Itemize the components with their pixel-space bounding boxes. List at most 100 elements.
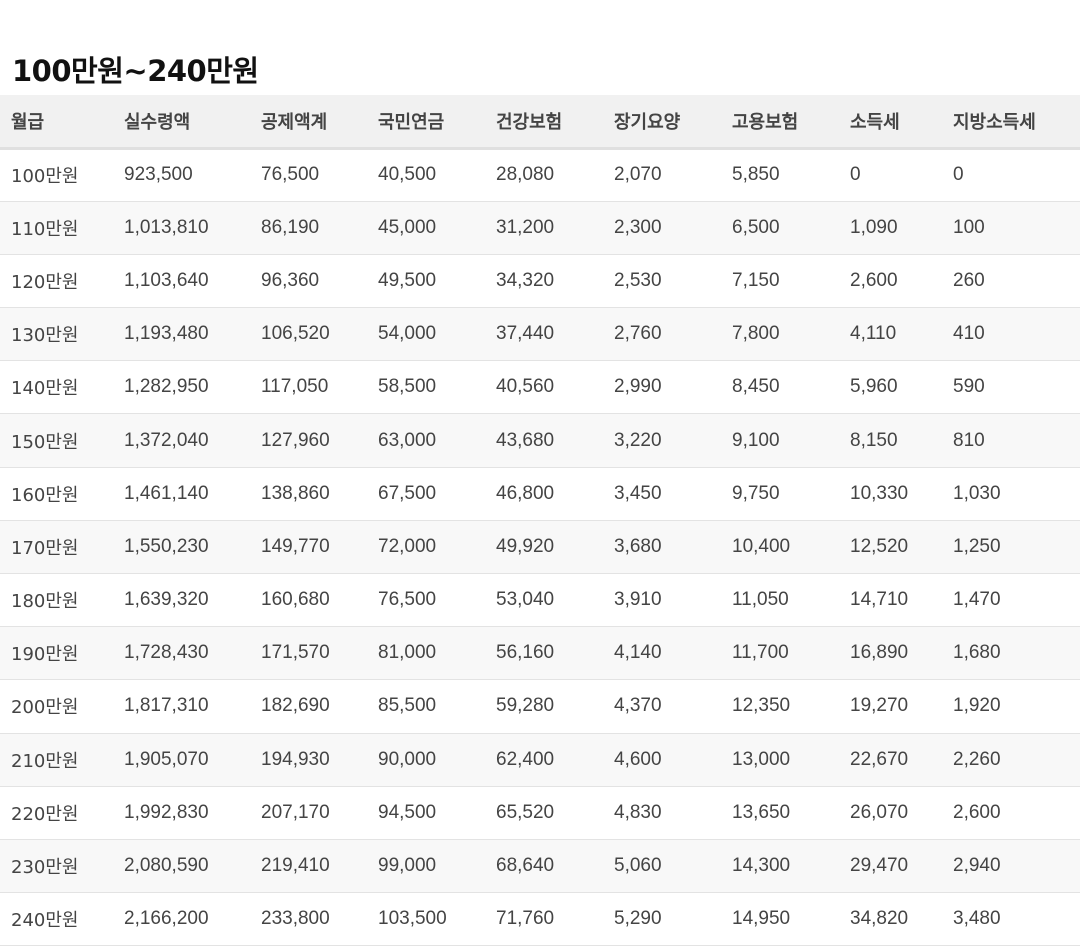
cell-long-term-care: 3,910 (614, 589, 662, 611)
table-row: 120만원 1,103,640 96,360 49,500 34,320 2,530 7,1… (0, 254, 1080, 308)
cell-employment-insurance: 14,300 (732, 855, 791, 877)
cell-monthly-salary: 220만원 (11, 803, 79, 825)
table-row: 130만원 1,193,480 106,520 54,000 37,440 2,760 7,… (0, 307, 1080, 361)
cell-health-insurance: 56,160 (496, 642, 555, 664)
cell-monthly-salary: 170만원 (11, 537, 79, 559)
cell-net-pay: 1,282,950 (124, 376, 209, 398)
cell-local-income-tax: 410 (953, 323, 985, 345)
cell-long-term-care: 2,990 (614, 376, 662, 398)
cell-net-pay: 1,905,070 (124, 748, 209, 770)
cell-total-deduction: 149,770 (261, 535, 330, 557)
cell-total-deduction: 86,190 (261, 216, 320, 238)
cell-monthly-salary: 140만원 (11, 378, 79, 400)
cell-national-pension: 103,500 (378, 908, 447, 930)
table-header: 월급 실수령액 공제액계 국민연금 건강보험 장기요양 고용보험 소득세 지방소… (0, 95, 1080, 148)
cell-monthly-salary: 100만원 (11, 166, 79, 188)
cell-local-income-tax: 1,680 (953, 642, 1001, 664)
header-national-pension: 국민연금 (378, 111, 445, 133)
cell-long-term-care: 4,140 (614, 642, 662, 664)
cell-monthly-salary: 130만원 (11, 325, 79, 347)
cell-income-tax: 10,330 (850, 482, 909, 504)
cell-long-term-care: 3,220 (614, 429, 662, 451)
cell-local-income-tax: 100 (953, 216, 985, 238)
cell-employment-insurance: 9,100 (732, 429, 780, 451)
cell-monthly-salary: 160만원 (11, 484, 79, 506)
cell-income-tax: 4,110 (850, 323, 897, 345)
cell-local-income-tax: 590 (953, 376, 985, 398)
header-employment-insurance: 고용보험 (732, 111, 799, 133)
cell-total-deduction: 96,360 (261, 269, 320, 291)
header-monthly-salary: 월급 (11, 111, 45, 133)
cell-national-pension: 72,000 (378, 535, 437, 557)
cell-national-pension: 45,000 (378, 216, 437, 238)
table-row: 160만원 1,461,140 138,860 67,500 46,800 3,450 9,… (0, 467, 1080, 521)
cell-local-income-tax: 2,940 (953, 855, 1001, 877)
cell-long-term-care: 3,680 (614, 535, 662, 557)
cell-health-insurance: 46,800 (496, 482, 555, 504)
cell-total-deduction: 160,680 (261, 589, 330, 611)
cell-net-pay: 2,166,200 (124, 908, 209, 930)
cell-long-term-care: 2,070 (614, 164, 662, 186)
cell-monthly-salary: 210만원 (11, 750, 79, 772)
cell-income-tax: 2,600 (850, 269, 898, 291)
cell-national-pension: 40,500 (378, 164, 437, 186)
header-total-deduction: 공제액계 (261, 111, 328, 133)
cell-local-income-tax: 1,470 (953, 589, 1001, 611)
header-net-pay: 실수령액 (124, 111, 191, 133)
cell-total-deduction: 76,500 (261, 164, 320, 186)
cell-monthly-salary: 190만원 (11, 644, 79, 666)
cell-total-deduction: 138,860 (261, 482, 330, 504)
cell-employment-insurance: 7,800 (732, 323, 780, 345)
cell-health-insurance: 37,440 (496, 323, 555, 345)
cell-local-income-tax: 810 (953, 429, 985, 451)
cell-health-insurance: 65,520 (496, 801, 555, 823)
cell-total-deduction: 219,410 (261, 855, 330, 877)
cell-national-pension: 81,000 (378, 642, 437, 664)
cell-national-pension: 67,500 (378, 482, 437, 504)
cell-health-insurance: 59,280 (496, 695, 555, 717)
table-row: 110만원 1,013,810 86,190 45,000 31,200 2,300 6,5… (0, 201, 1080, 255)
cell-total-deduction: 233,800 (261, 908, 330, 930)
cell-health-insurance: 43,680 (496, 429, 555, 451)
cell-employment-insurance: 14,950 (732, 908, 791, 930)
cell-net-pay: 1,013,810 (124, 216, 209, 238)
cell-health-insurance: 62,400 (496, 748, 555, 770)
cell-long-term-care: 3,450 (614, 482, 662, 504)
cell-employment-insurance: 8,450 (732, 376, 780, 398)
cell-net-pay: 923,500 (124, 164, 193, 186)
cell-local-income-tax: 2,600 (953, 801, 1001, 823)
page-title: 100만원~240만원 (12, 54, 259, 88)
table-row: 240만원 2,166,200 233,800 103,500 71,760 5,290 1… (0, 892, 1080, 946)
cell-long-term-care: 4,830 (614, 801, 662, 823)
cell-national-pension: 63,000 (378, 429, 437, 451)
cell-income-tax: 19,270 (850, 695, 909, 717)
cell-employment-insurance: 10,400 (732, 535, 791, 557)
table-row: 200만원 1,817,310 182,690 85,500 59,280 4,370 12… (0, 679, 1080, 734)
cell-total-deduction: 117,050 (261, 376, 329, 398)
cell-net-pay: 1,550,230 (124, 535, 209, 557)
cell-net-pay: 1,103,640 (124, 269, 209, 291)
cell-employment-insurance: 13,000 (732, 748, 791, 770)
cell-health-insurance: 68,640 (496, 855, 555, 877)
cell-employment-insurance: 13,650 (732, 801, 791, 823)
cell-income-tax: 22,670 (850, 748, 909, 770)
cell-net-pay: 1,817,310 (124, 695, 209, 717)
cell-local-income-tax: 1,920 (953, 695, 1001, 717)
cell-local-income-tax: 0 (953, 164, 964, 186)
cell-monthly-salary: 200만원 (11, 697, 79, 719)
cell-income-tax: 0 (850, 164, 861, 186)
cell-local-income-tax: 2,260 (953, 748, 1001, 770)
cell-net-pay: 1,193,480 (124, 323, 209, 345)
cell-health-insurance: 53,040 (496, 589, 555, 611)
cell-income-tax: 5,960 (850, 376, 898, 398)
cell-employment-insurance: 12,350 (732, 695, 791, 717)
cell-income-tax: 12,520 (850, 535, 909, 557)
cell-income-tax: 26,070 (850, 801, 909, 823)
table-row: 170만원 1,550,230 149,770 72,000 49,920 3,680 10… (0, 520, 1080, 574)
cell-income-tax: 16,890 (850, 642, 909, 664)
cell-monthly-salary: 150만원 (11, 431, 79, 453)
cell-income-tax: 34,820 (850, 908, 909, 930)
cell-health-insurance: 31,200 (496, 216, 555, 238)
cell-net-pay: 1,639,320 (124, 589, 209, 611)
cell-monthly-salary: 230만원 (11, 857, 79, 879)
